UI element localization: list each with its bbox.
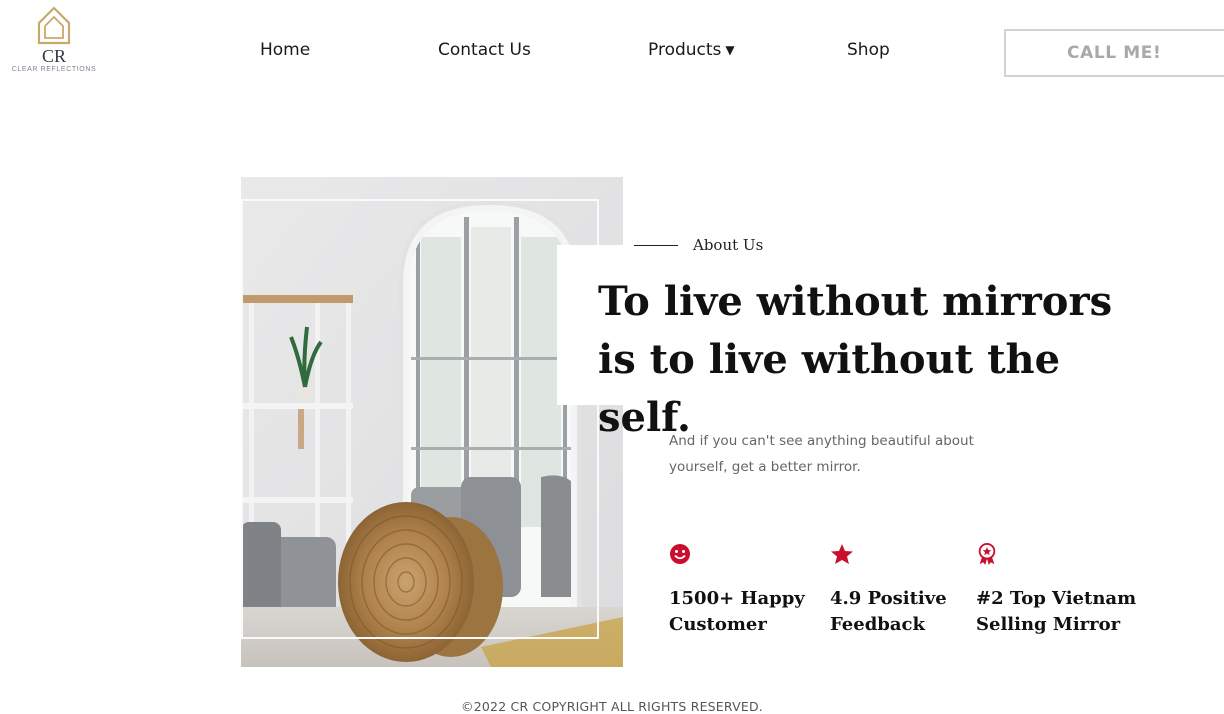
nav-shop[interactable]: Shop	[847, 40, 890, 60]
footer-copyright: ©2022 CR COPYRIGHT ALL RIGHTS RESERVED.	[461, 699, 763, 714]
brand-name: CLEAR REFLECTIONS	[11, 66, 97, 73]
nav-products[interactable]: Products ▼	[648, 40, 735, 60]
stat-positive-feedback: 4.9 Positive Feedback	[830, 543, 960, 638]
eyebrow-rule	[634, 244, 678, 246]
nav-contact-us[interactable]: Contact Us	[438, 40, 531, 60]
brand-logo[interactable]: CR CLEAR REFLECTIONS	[6, 5, 102, 79]
stat-label: 4.9 Positive Feedback	[830, 588, 947, 635]
about-body: And if you can't see anything beautiful …	[669, 433, 974, 475]
nav-home[interactable]: Home	[260, 40, 310, 60]
stat-label: #2 Top Vietnam Selling Mirror	[976, 588, 1137, 635]
star-icon	[831, 544, 853, 564]
caret-down-icon: ▼	[725, 43, 735, 57]
award-badge-icon	[978, 543, 996, 565]
call-me-button[interactable]: CALL ME!	[1004, 29, 1224, 77]
smiley-icon	[670, 544, 690, 564]
about-eyebrow: About Us	[634, 236, 763, 254]
nav-products-label: Products	[648, 40, 722, 60]
stat-label: 1500+ Happy Customer	[669, 588, 805, 635]
brand-mark: CR	[41, 46, 66, 66]
eyebrow-label: About Us	[693, 236, 764, 254]
stat-happy-customers: 1500+ Happy Customer	[669, 543, 809, 638]
house-logo-icon	[37, 6, 71, 45]
about-headline: To live without mirrors is to live witho…	[598, 278, 1113, 441]
stat-top-selling: #2 Top Vietnam Selling Mirror	[976, 543, 1146, 638]
